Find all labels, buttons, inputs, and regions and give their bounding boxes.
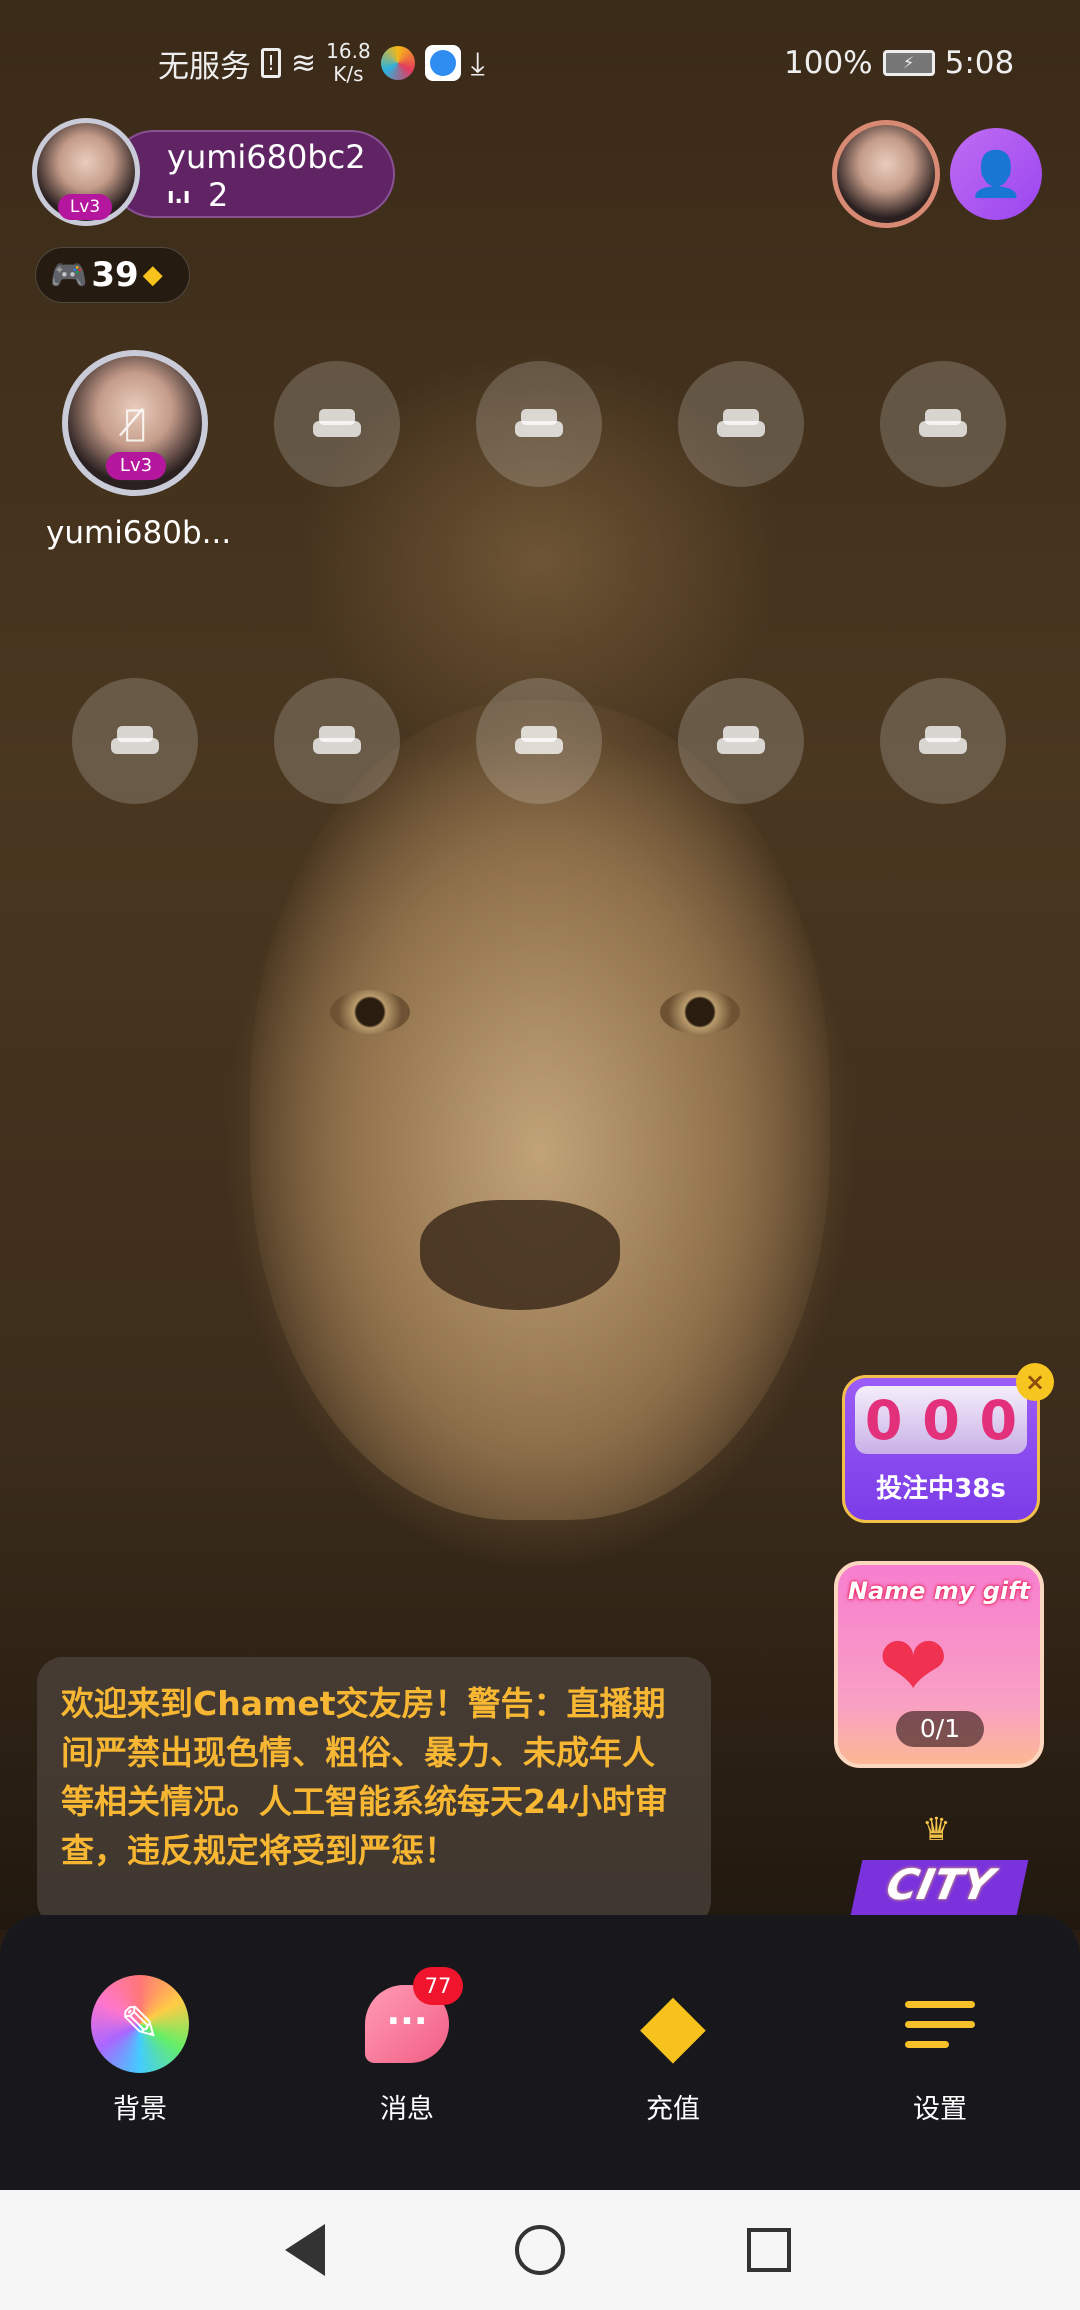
seat-level-badge: Lv3 (106, 452, 166, 480)
sim-alert-icon: ! (261, 48, 281, 78)
empty-seat[interactable] (476, 678, 602, 804)
nav-label: 消息 (380, 2094, 434, 2125)
carrier-text: 无服务 (158, 48, 251, 85)
system-navigation-bar (0, 2190, 1080, 2310)
crown-icon: ♛ (922, 1810, 951, 1848)
empty-seat[interactable] (72, 678, 198, 804)
sofa-icon (313, 409, 361, 439)
nav-background[interactable]: ✎ 背景 (60, 1975, 220, 2126)
clock: 5:08 (944, 45, 1015, 81)
net-speed-value: 16.8 (326, 39, 371, 63)
empty-seat[interactable] (880, 678, 1006, 804)
net-speed-unit: K/s (333, 62, 364, 86)
nav-label: 充值 (646, 2094, 700, 2125)
tiger-image (250, 700, 830, 1520)
brush-icon: ✎ (91, 1975, 189, 2073)
sofa-icon (111, 726, 159, 756)
gift-card-title: Name my gift (847, 1577, 1031, 1605)
host-level-badge: Lv3 (58, 194, 112, 220)
nav-label: 设置 (913, 2094, 967, 2125)
mic-muted-icon: 🎙̸ (124, 402, 146, 444)
members-button[interactable]: 👤 (950, 128, 1042, 220)
host-info-pill[interactable]: yumi680bc2 ı.ı 2 (110, 130, 395, 218)
sofa-icon (515, 409, 563, 439)
status-bar-right: 100% ⚡ 5:08 (784, 38, 1014, 88)
coin-badge[interactable]: 🎮 39 ◆ (35, 247, 190, 303)
gamepad-icon: 🎮 (50, 257, 88, 293)
slot-digit: 0 (922, 1388, 960, 1452)
empty-seat[interactable] (678, 678, 804, 804)
browser-icon (424, 45, 461, 81)
tiger-eye (660, 990, 740, 1034)
notice-text: 欢迎来到Chamet交友房！警告：直播期间严禁出现色情、粗俗、暴力、未成年人等相… (61, 1684, 668, 1870)
city-label: CITY (849, 1860, 1029, 1915)
empty-seat[interactable] (274, 361, 400, 487)
slot-digit: 0 (979, 1388, 1018, 1452)
sofa-icon (515, 726, 563, 756)
host-name: yumi680bc2 (167, 138, 366, 176)
signal-bars-icon: ı.ı (167, 184, 191, 209)
online-count: 2 (208, 176, 229, 214)
room-notice: 欢迎来到Chamet交友房！警告：直播期间严禁出现色情、粗俗、暴力、未成年人等相… (37, 1657, 711, 1927)
diamond-icon: ◆ (142, 260, 163, 290)
sofa-icon (717, 409, 765, 439)
sofa-icon (919, 409, 967, 439)
status-bar-left: 无服务 ! ≋ 16.8 K/s ⤓ (158, 38, 485, 88)
tiger-eye (330, 990, 410, 1034)
slot-game-widget[interactable]: 0 0 0 投注中38s (842, 1375, 1040, 1523)
slot-digit: 0 (864, 1388, 903, 1452)
heart-lock-icon: ❤ (878, 1617, 949, 1715)
sofa-icon (919, 726, 967, 756)
back-icon[interactable] (285, 2224, 325, 2276)
empty-seat[interactable] (880, 361, 1006, 487)
empty-seat[interactable] (476, 361, 602, 487)
name-my-gift-card[interactable]: Name my gift ❤ 0/1 (834, 1561, 1044, 1768)
bottom-toolbar: ✎ 背景 ··· 77 消息 ◆ 充值 设置 (0, 1915, 1080, 2190)
close-game-button[interactable]: × (1016, 1363, 1054, 1401)
coin-value: 39 (91, 255, 139, 295)
city-event-badge[interactable]: ♛ CITY (846, 1810, 1032, 1915)
gift-progress: 0/1 (896, 1711, 984, 1747)
bet-status: 投注中38s (876, 1474, 1006, 1504)
viewer-avatar[interactable] (832, 120, 940, 228)
home-icon[interactable] (515, 2225, 565, 2275)
battery-charging-icon: ⚡ (882, 50, 935, 76)
download-icon: ⤓ (470, 43, 485, 82)
message-badge: 77 (413, 1967, 463, 2005)
user-icon: 👤 (968, 149, 1024, 200)
wifi-icon: ≋ (291, 45, 317, 81)
sofa-icon (717, 726, 765, 756)
empty-seat[interactable] (678, 361, 804, 487)
recents-icon[interactable] (747, 2228, 791, 2272)
empty-seat[interactable] (274, 678, 400, 804)
nav-label: 背景 (113, 2094, 167, 2125)
seat-occupied-name: yumi680b... (46, 515, 232, 551)
nav-settings[interactable]: 设置 (860, 1975, 1020, 2126)
nav-recharge[interactable]: ◆ 充值 (593, 1975, 753, 2126)
tiger-nose (420, 1200, 620, 1310)
diamond-icon: ◆ (639, 1974, 707, 2074)
nav-messages[interactable]: ··· 77 消息 (327, 1967, 487, 2126)
battery-percent: 100% (784, 45, 873, 81)
menu-icon (905, 1975, 975, 2073)
sofa-icon (313, 726, 361, 756)
app-icon (380, 46, 415, 80)
